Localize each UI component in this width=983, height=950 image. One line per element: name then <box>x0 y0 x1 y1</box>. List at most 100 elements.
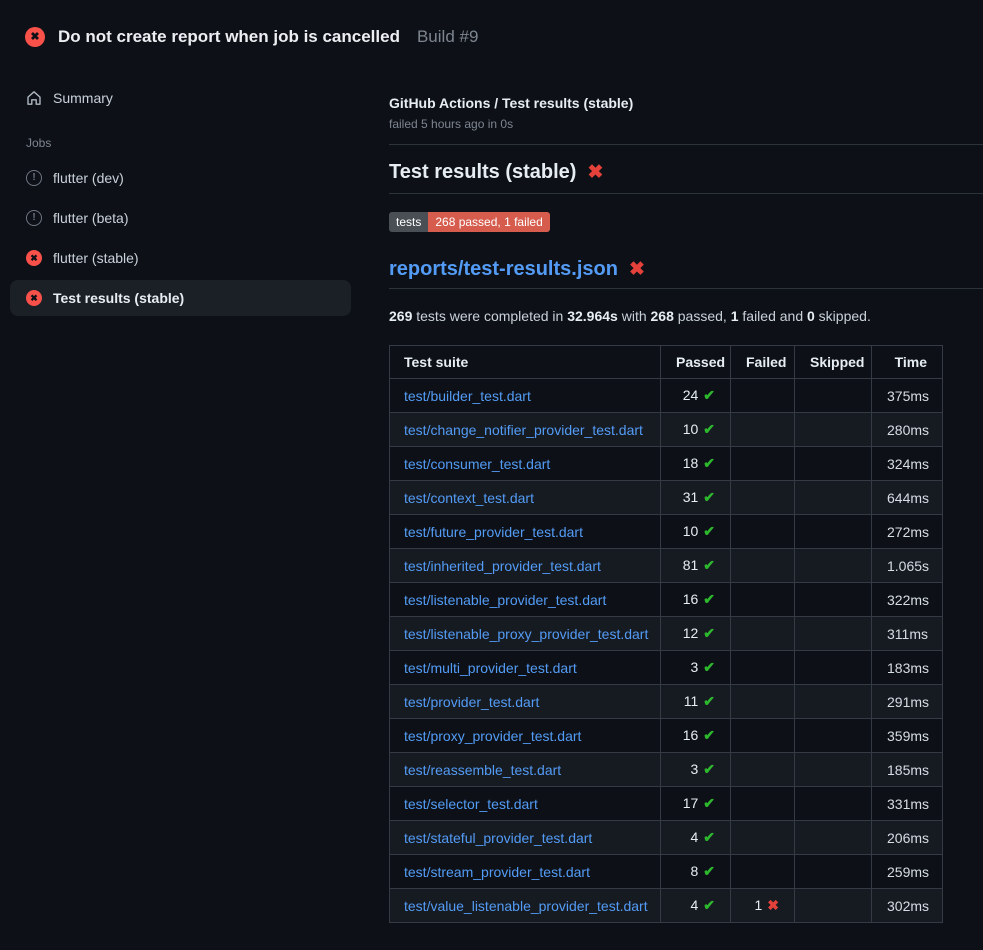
column-header-skipped: Skipped <box>795 346 872 379</box>
test-suite-link[interactable]: test/provider_test.dart <box>404 694 539 710</box>
count-value: 31 <box>683 489 699 505</box>
stale-icon: ! <box>26 210 42 226</box>
x-circle-icon: ✖ <box>25 27 45 47</box>
summary-duration: 32.964s <box>567 308 618 324</box>
jobs-section-label: Jobs <box>10 136 389 150</box>
test-suite-link[interactable]: test/stateful_provider_test.dart <box>404 830 592 846</box>
time-cell: 183ms <box>872 651 943 685</box>
test-suite-cell: test/stream_provider_test.dart <box>390 855 661 889</box>
failed-cell <box>731 651 795 685</box>
failed-cell: 1✖ <box>731 889 795 923</box>
count-value: 4 <box>690 897 698 913</box>
time-value: 322ms <box>887 592 929 608</box>
sidebar-item-flutter-beta[interactable]: !flutter (beta) <box>10 200 351 236</box>
time-value: 644ms <box>887 490 929 506</box>
count-value: 81 <box>683 557 699 573</box>
table-row: test/reassemble_test.dart3✔185ms <box>390 753 943 787</box>
time-cell: 331ms <box>872 787 943 821</box>
test-suite-cell: test/consumer_test.dart <box>390 447 661 481</box>
passed-cell: 16✔ <box>661 583 731 617</box>
x-circle-icon: ✖ <box>26 250 42 266</box>
test-suite-link[interactable]: test/proxy_provider_test.dart <box>404 728 581 744</box>
sidebar-item-test-results-stable[interactable]: ✖Test results (stable) <box>10 280 351 316</box>
test-suite-link[interactable]: test/listenable_proxy_provider_test.dart <box>404 626 648 642</box>
skipped-cell <box>795 821 872 855</box>
sidebar-item-flutter-dev[interactable]: !flutter (dev) <box>10 160 351 196</box>
passed-cell: 31✔ <box>661 481 731 515</box>
test-suite-link[interactable]: test/multi_provider_test.dart <box>404 660 577 676</box>
count-value: 3 <box>690 659 698 675</box>
summary-text: failed and <box>739 308 808 324</box>
count-value: 1 <box>754 897 762 913</box>
test-suite-link[interactable]: test/consumer_test.dart <box>404 456 550 472</box>
check-icon: ✔ <box>703 727 715 743</box>
test-suite-link[interactable]: test/change_notifier_provider_test.dart <box>404 422 643 438</box>
failed-cell <box>731 685 795 719</box>
test-suite-link[interactable]: test/listenable_provider_test.dart <box>404 592 606 608</box>
badge-value: 268 passed, 1 failed <box>428 212 549 232</box>
table-row: test/inherited_provider_test.dart 81✔ 1.06… <box>390 549 943 583</box>
summary-text: tests were completed in <box>412 308 567 324</box>
skipped-cell <box>795 719 872 753</box>
time-cell: 259ms <box>872 855 943 889</box>
table-row: test/builder_test.dart24✔375ms <box>390 379 943 413</box>
time-cell: 359ms <box>872 719 943 753</box>
time-value: 280ms <box>887 422 929 438</box>
check-icon: ✔ <box>703 829 715 845</box>
table-row: test/stateful_provider_test.dart4✔206ms <box>390 821 943 855</box>
summary-total: 269 <box>389 308 412 324</box>
sidebar-item-label: Summary <box>53 90 113 106</box>
check-icon: ✔ <box>703 489 715 505</box>
failed-cell <box>731 787 795 821</box>
test-suite-cell: test/multi_provider_test.dart <box>390 651 661 685</box>
test-suite-link[interactable]: test/reassemble_test.dart <box>404 762 561 778</box>
breadcrumb: GitHub Actions / Test results (stable) <box>389 95 983 111</box>
skipped-cell <box>795 753 872 787</box>
test-suite-cell: test/listenable_proxy_provider_test.dart <box>390 617 661 651</box>
count-value: 11 <box>684 693 699 709</box>
passed-cell: 24✔ <box>661 379 731 413</box>
run-header: GitHub Actions / Test results (stable) f… <box>389 95 983 145</box>
test-suite-link[interactable]: test/inherited_provider_test.dart <box>404 558 601 574</box>
test-suite-link[interactable]: test/builder_test.dart <box>404 388 531 404</box>
skipped-cell <box>795 889 872 923</box>
check-icon: ✔ <box>703 625 715 641</box>
report-title: reports/test-results.json ✖ <box>389 258 983 289</box>
passed-cell: 10✔ <box>661 515 731 549</box>
test-suite-cell: test/value_listenable_provider_test.dart <box>390 889 661 923</box>
time-cell: 291ms <box>872 685 943 719</box>
table-row: test/value_listenable_provider_test.dart… <box>390 889 943 923</box>
test-suite-link[interactable]: test/value_listenable_provider_test.dart <box>404 898 648 914</box>
table-row: test/provider_test.dart 11✔ 291ms <box>390 685 943 719</box>
report-file-link[interactable]: reports/test-results.json <box>389 258 618 281</box>
time-value: 1.065s <box>887 558 929 574</box>
check-icon: ✔ <box>703 421 715 437</box>
passed-cell: 81✔ <box>661 549 731 583</box>
test-suite-link[interactable]: test/context_test.dart <box>404 490 534 506</box>
time-cell: 206ms <box>872 821 943 855</box>
check-icon: ✔ <box>703 897 715 913</box>
time-value: 359ms <box>887 728 929 744</box>
time-cell: 302ms <box>872 889 943 923</box>
test-suite-link[interactable]: test/stream_provider_test.dart <box>404 864 590 880</box>
table-row: test/listenable_provider_test.dart 16✔ 322… <box>390 583 943 617</box>
count-value: 16 <box>683 591 699 607</box>
time-value: 331ms <box>887 796 929 812</box>
check-icon: ✔ <box>703 863 715 879</box>
time-value: 185ms <box>887 762 929 778</box>
failed-cell <box>731 379 795 413</box>
failed-cell <box>731 753 795 787</box>
time-value: 324ms <box>887 456 929 472</box>
count-value: 3 <box>690 761 698 777</box>
test-suite-cell: test/selector_test.dart <box>390 787 661 821</box>
skipped-cell <box>795 515 872 549</box>
test-suite-link[interactable]: test/selector_test.dart <box>404 796 538 812</box>
test-suite-link[interactable]: test/future_provider_test.dart <box>404 524 583 540</box>
test-suite-cell: test/proxy_provider_test.dart <box>390 719 661 753</box>
table-row: test/multi_provider_test.dart 3✔ 183ms <box>390 651 943 685</box>
sidebar-item-summary[interactable]: Summary <box>10 80 351 116</box>
failed-cell <box>731 719 795 753</box>
sidebar-item-flutter-stable[interactable]: ✖flutter (stable) <box>10 240 351 276</box>
passed-cell: 3✔ <box>661 651 731 685</box>
passed-cell: 11✔ <box>661 685 731 719</box>
